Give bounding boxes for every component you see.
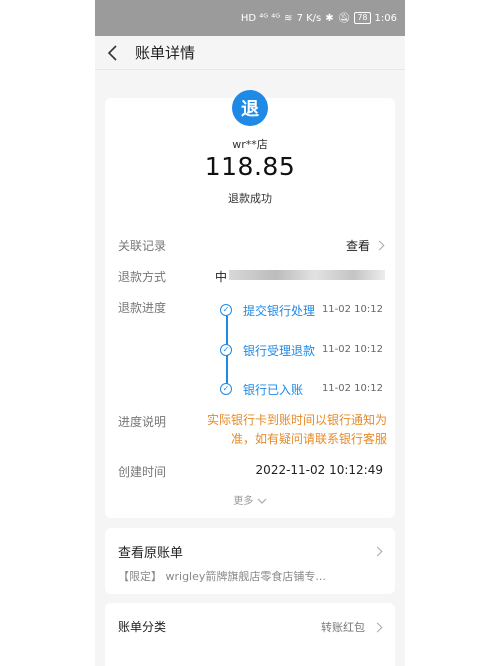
original-bill-subtitle: 【限定】 wrigley箭牌旗舰店零食店铺专... [118, 570, 326, 583]
clock: 1:06 [374, 12, 397, 24]
related-records-link[interactable]: 查看 [345, 237, 385, 254]
progress-step-time: 11-02 10:12 [321, 304, 383, 315]
progress-step-label: 银行已入账 [243, 383, 304, 397]
page-title: 账单详情 [135, 44, 196, 62]
progress-step-label: 银行受理退款 [243, 344, 316, 358]
chevron-down-icon [257, 498, 267, 504]
phone-screen: HD ⁴ᴳ ⁴ᴳ ≋ 7 K/s ✱ 🔕︎ 78 1:06 账单详情 退 wr*… [95, 0, 405, 666]
status-bar: HD ⁴ᴳ ⁴ᴳ ≋ 7 K/s ✱ 🔕︎ 78 1:06 [95, 0, 405, 36]
refund-detail-card: 退 wr**店 118.85 退款成功 关联记录 查看 退款方式 中 退款进度 … [105, 90, 395, 518]
progress-note-label: 进度说明 [118, 415, 167, 429]
refund-icon: 退 [232, 90, 268, 126]
more-button[interactable]: 更多 [105, 492, 395, 507]
battery-icon: 78 [354, 12, 371, 24]
refund-method-label: 退款方式 [118, 270, 167, 284]
related-records-label: 关联记录 [118, 239, 167, 253]
progress-note-text: 实际银行卡到账时间以银行通知为准，如有疑问请联系银行客服 [206, 413, 387, 446]
progress-step-time: 11-02 10:12 [321, 383, 383, 394]
check-circle-icon: ✓ [220, 383, 232, 395]
refund-progress-label: 退款进度 [118, 301, 167, 315]
chevron-left-icon[interactable] [107, 44, 125, 62]
view-link-label: 查看 [345, 239, 370, 253]
mute-icon: 🔕︎ [337, 12, 351, 24]
chevron-right-icon [374, 240, 385, 251]
navigation-bar: 账单详情 [95, 36, 405, 70]
original-bill-card[interactable]: 查看原账单 【限定】 wrigley箭牌旗舰店零食店铺专... [105, 528, 395, 594]
check-circle-icon: ✓ [220, 344, 232, 356]
chevron-right-icon [372, 546, 383, 557]
more-label: 更多 [233, 496, 254, 507]
created-time-label: 创建时间 [118, 465, 167, 479]
original-bill-title: 查看原账单 [118, 546, 184, 561]
chevron-right-icon [372, 622, 383, 633]
refund-amount: 118.85 [204, 152, 296, 181]
network-speed: 7 K/s [296, 12, 322, 24]
refund-method-value: 中 [215, 270, 228, 284]
progress-step-time: 11-02 10:12 [321, 344, 383, 355]
merchant-name: wr**店 [232, 138, 268, 151]
bluetooth-icon: ✱ [325, 12, 334, 24]
signal-icons: HD ⁴ᴳ ⁴ᴳ [240, 12, 281, 24]
refund-status: 退款成功 [228, 192, 272, 205]
bill-category-card[interactable]: 账单分类 转账红包 [105, 603, 395, 666]
redacted-account-info [229, 270, 385, 280]
progress-step-label: 提交银行处理 [243, 304, 316, 318]
check-circle-icon: ✓ [220, 304, 232, 316]
wifi-icon: ≋ [284, 12, 293, 24]
bill-category-value: 转账红包 [321, 621, 365, 634]
created-time-value: 2022-11-02 10:12:49 [255, 463, 383, 477]
bill-category-label: 账单分类 [118, 620, 167, 634]
